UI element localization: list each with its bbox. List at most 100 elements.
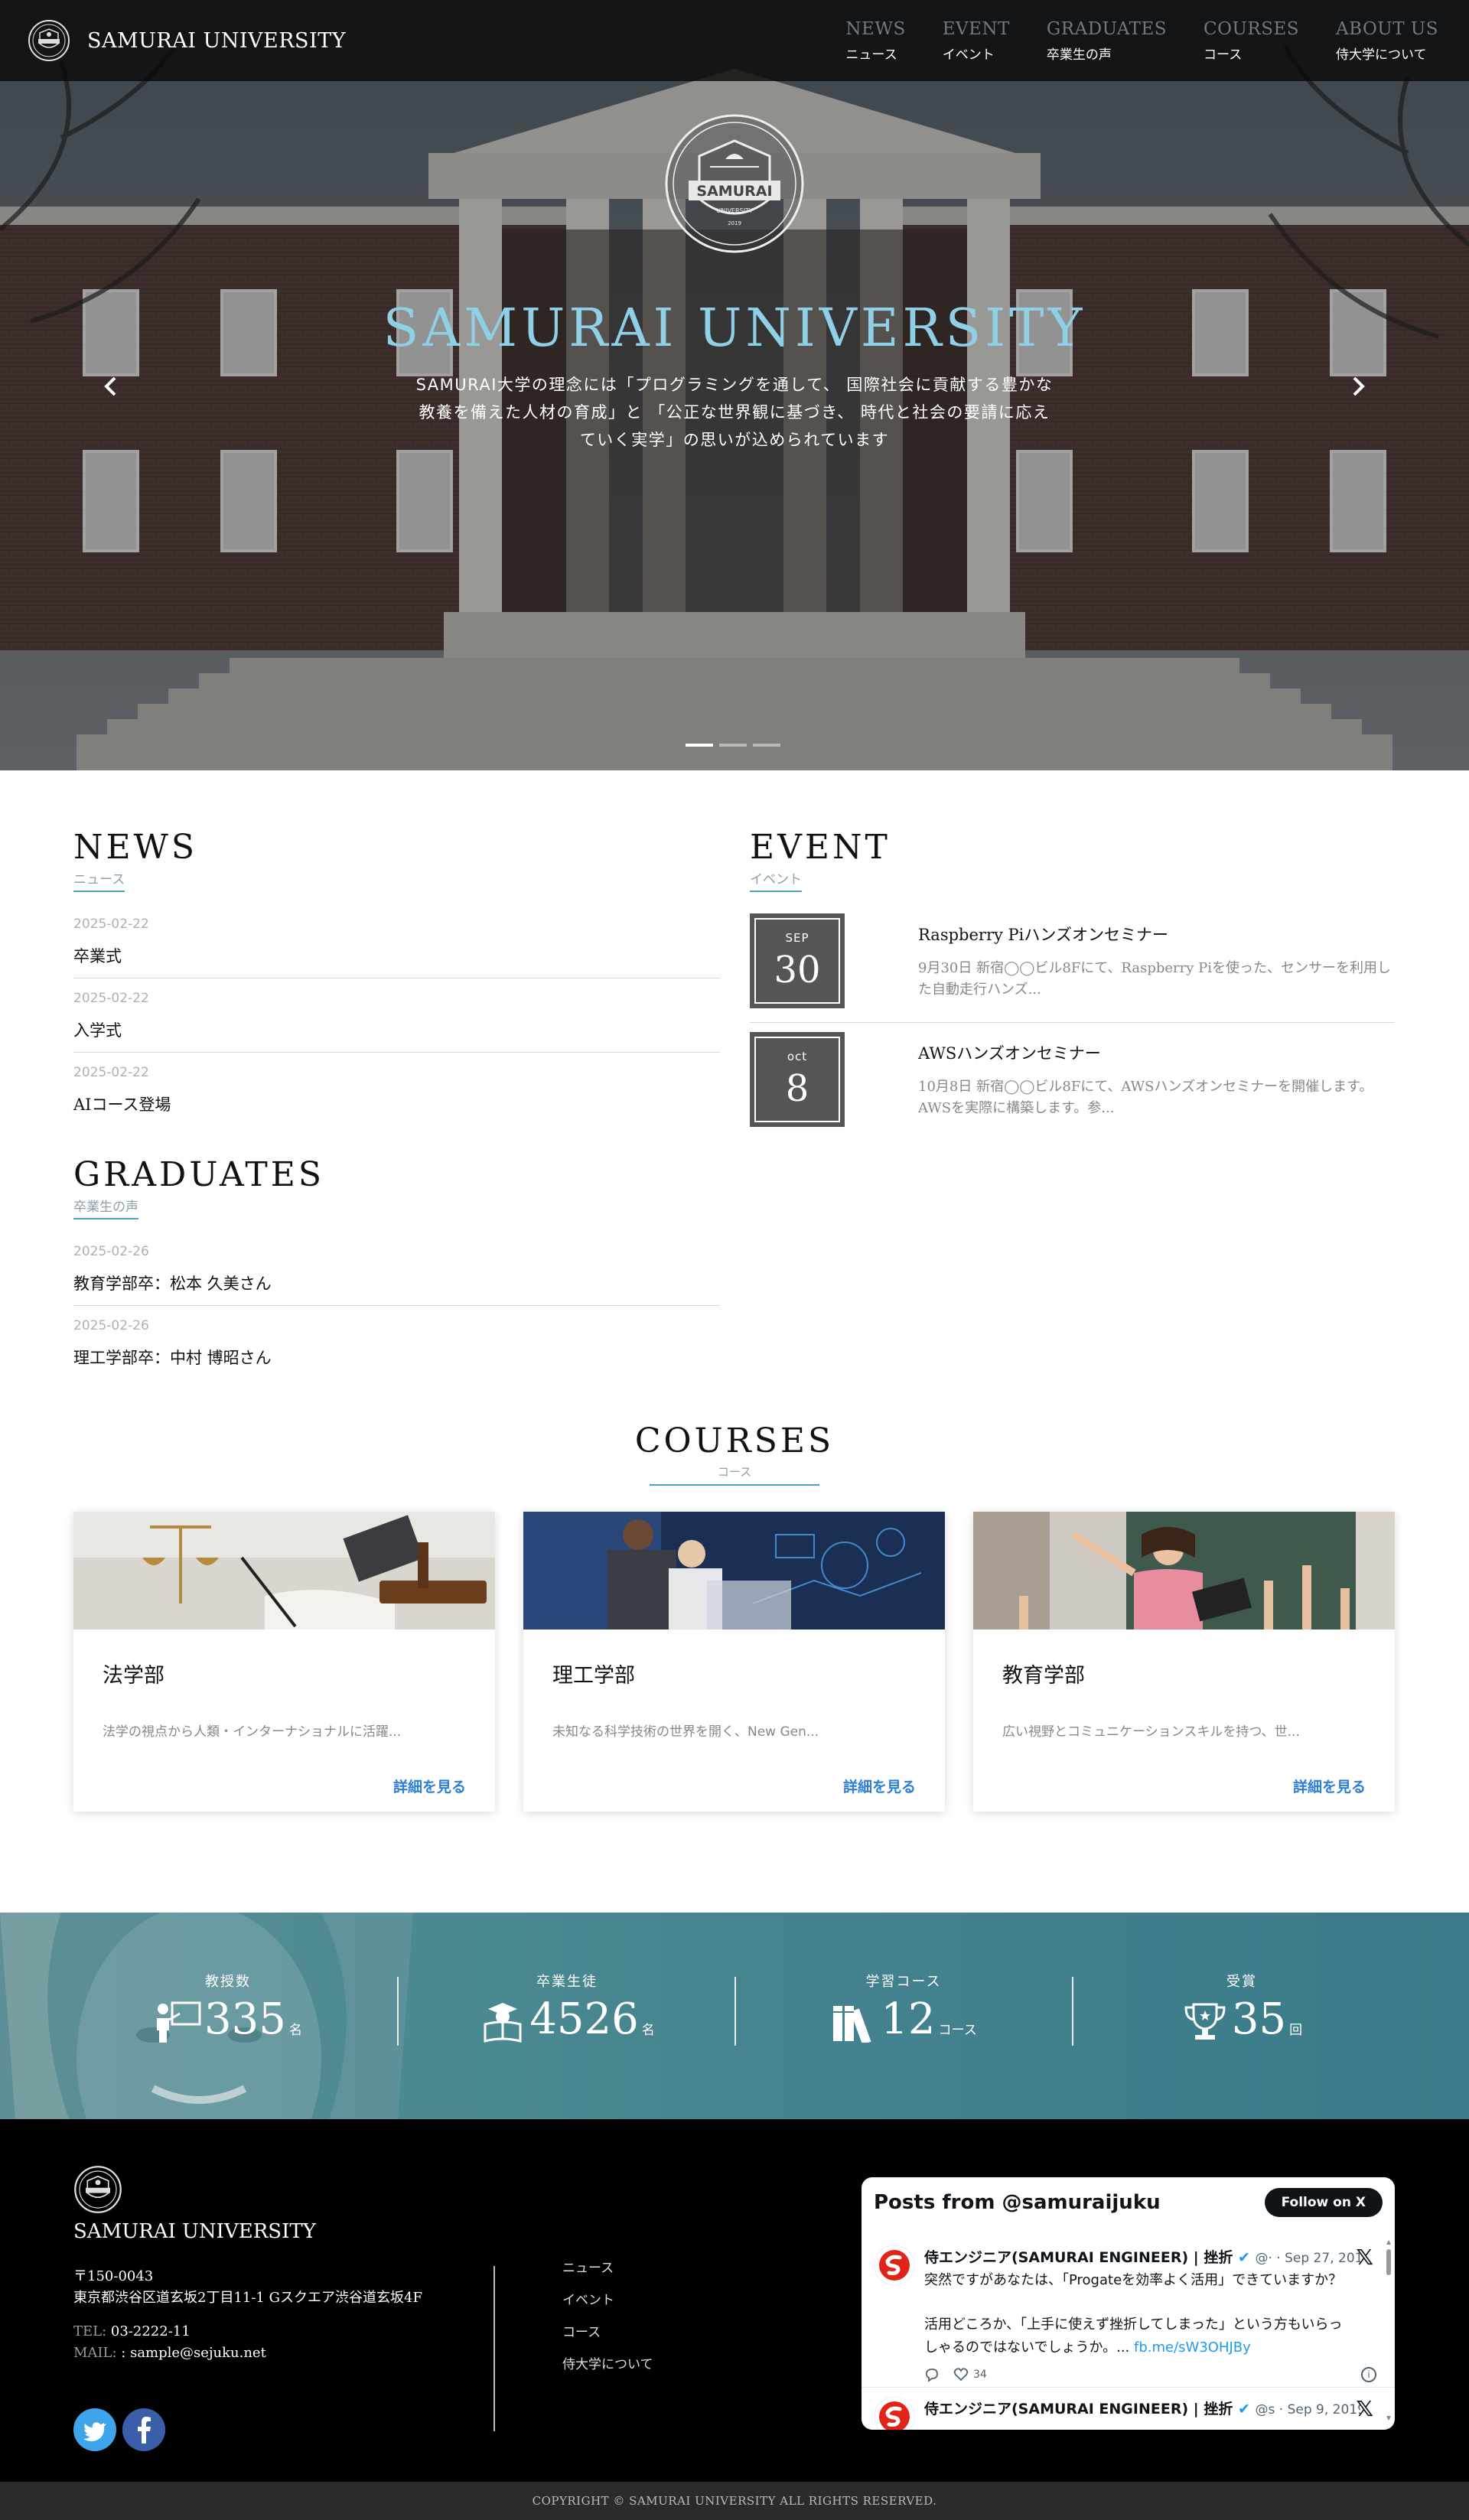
samurai-avatar-icon <box>874 2396 915 2430</box>
hero-title: SAMURAI UNIVERSITY <box>383 298 1086 359</box>
nav-news[interactable]: NEWS ニュース <box>845 19 905 63</box>
footer-street: 東京都渋谷区道玄坂2丁目11-1 Gスクエア渋谷道玄坂4F <box>73 2290 422 2306</box>
course-card-education[interactable]: 教育学部 広い視野とコミュニケーションスキルを持つ、世... 詳細を見る <box>973 1512 1395 1812</box>
courses-subtitle: コース <box>650 1463 819 1486</box>
hero-text-line: ていく実学」の思いが込められています <box>579 431 890 449</box>
course-card-law[interactable]: 法学部 法学の視点から人類・インターナショナルに活躍... 詳細を見る <box>73 1512 495 1812</box>
nav-graduates-en: GRADUATES <box>1046 18 1168 39</box>
footer-nav-courses[interactable]: コース <box>562 2321 653 2340</box>
event-item-desc: 9月30日 新宿◯◯ビル8Fにて、Raspberry Piを使った、センサーを利… <box>918 960 1392 998</box>
timeline-scrollbar[interactable] <box>1386 2238 1392 2422</box>
news-item-title: AIコース登場 <box>73 1096 171 1114</box>
news-item[interactable]: 2025-02-22 卒業式 <box>73 904 720 978</box>
reply-icon[interactable] <box>924 2367 940 2382</box>
nav-about[interactable]: ABOUT US 侍大学について <box>1336 19 1438 63</box>
university-emblem-icon: SAMURAI UNIVERSITY 2019 <box>665 114 804 253</box>
like-group[interactable]: 34 <box>953 2367 987 2382</box>
stat-unit: コース <box>938 2023 977 2038</box>
tweet-meta: @s · Sep 9, 2019 <box>1255 2402 1361 2417</box>
course-detail-link[interactable]: 詳細を見る <box>393 1776 466 1796</box>
tel-value[interactable]: 03-2222-11 <box>111 2323 191 2339</box>
mail-value[interactable]: : sample@sejuku.net <box>121 2345 266 2361</box>
stat-label: 学習コース <box>865 1974 942 1990</box>
footer-nav-about[interactable]: 侍大学について <box>562 2353 653 2372</box>
news-title: NEWS <box>73 828 197 867</box>
stat-unit: 名 <box>641 2023 655 2038</box>
slider-dot-2[interactable] <box>719 744 747 747</box>
stat-label: 受賞 <box>1226 1974 1257 1990</box>
x-logo-icon[interactable]: 𝕏 <box>1356 2396 1373 2421</box>
teacher-icon <box>157 2001 201 2043</box>
nav-graduates[interactable]: GRADUATES 卒業生の声 <box>1047 19 1167 63</box>
slider-dots <box>686 744 780 747</box>
tel-label: TEL: <box>73 2323 107 2339</box>
footer-nav-event[interactable]: イベント <box>562 2289 653 2308</box>
emblem-year: 2019 <box>728 220 741 226</box>
slider-dot-1[interactable] <box>686 744 713 747</box>
nav-news-en: NEWS <box>845 18 906 39</box>
slider-dot-3[interactable] <box>753 744 780 747</box>
event-day: 8 <box>785 1067 809 1110</box>
tweet-user[interactable]: 侍エンジニア(SAMURAI ENGINEER) | 挫折 <box>924 2401 1233 2417</box>
nav-courses[interactable]: COURSES コース <box>1204 19 1299 63</box>
twitter-timeline[interactable]: Posts from @samuraijuku Follow on X 侍エンジ… <box>862 2177 1395 2430</box>
tweet[interactable]: 侍エンジニア(SAMURAI ENGINEER) | 挫折 ✔ @s · Sep… <box>862 2396 1395 2430</box>
tweet-link[interactable]: fb.me/sW3OHJBy <box>1134 2339 1251 2356</box>
graduate-date: 2025-02-26 <box>73 1244 149 1259</box>
event-item[interactable]: oct 8 AWSハンズオンセミナー 10月8日 新宿◯◯ビル8Fにて、AWSハ… <box>750 1023 1395 1141</box>
graduate-item-title: 教育学部卒：松本 久美さん <box>73 1275 272 1293</box>
news-item-title: 入学式 <box>73 1021 122 1040</box>
news-date: 2025-02-22 <box>73 1065 149 1080</box>
samurai-avatar-icon <box>874 2245 915 2286</box>
event-title: EVENT <box>750 828 891 867</box>
course-detail-link[interactable]: 詳細を見る <box>843 1776 916 1796</box>
nav-event-en: EVENT <box>942 18 1010 39</box>
graduates-subtitle: 卒業生の声 <box>73 1196 138 1219</box>
facebook-icon[interactable] <box>122 2408 165 2451</box>
twitter-bird-icon[interactable] <box>73 2408 116 2451</box>
tweet-user[interactable]: 侍エンジニア(SAMURAI ENGINEER) | 挫折 <box>924 2249 1233 2266</box>
footer-contact: TEL: 03-2222-11 MAIL: : sample@sejuku.ne… <box>73 2321 266 2364</box>
news-subtitle: ニュース <box>73 868 125 892</box>
stat-courses: 学習コース 12 コース <box>734 1913 1073 2119</box>
news-item[interactable]: 2025-02-22 入学式 <box>73 978 720 1053</box>
social-links <box>73 2408 165 2451</box>
tweet[interactable]: 侍エンジニア(SAMURAI ENGINEER) | 挫折 ✔ @· · Sep… <box>862 2245 1395 2382</box>
emblem-sub: UNIVERSITY <box>716 207 753 214</box>
stat-label: 卒業生徒 <box>536 1974 598 1990</box>
brand[interactable]: SAMURAI UNIVERSITY <box>28 19 346 62</box>
brand-name: SAMURAI UNIVERSITY <box>87 28 347 53</box>
site-header: SAMURAI UNIVERSITY NEWS ニュース EVENT イベント … <box>0 0 1469 81</box>
info-icon[interactable]: i <box>1361 2367 1376 2382</box>
follow-button[interactable]: Follow on X <box>1264 2188 1383 2217</box>
event-date-badge: oct 8 <box>750 1032 845 1127</box>
graduate-item[interactable]: 2025-02-26 理工学部卒：中村 博昭さん <box>73 1306 720 1379</box>
event-item-title: AWSハンズオンセミナー <box>918 1044 1101 1063</box>
stats-section: 教授数 335 名 卒業生徒 4526 名 学習コース 12 コース 受賞 35… <box>0 1913 1469 2119</box>
stat-number: 12 <box>881 1994 936 2044</box>
x-logo-icon[interactable]: 𝕏 <box>1356 2245 1373 2270</box>
nav-event[interactable]: EVENT イベント <box>943 19 1010 63</box>
event-item[interactable]: SEP 30 Raspberry Piハンズオンセミナー 9月30日 新宿◯◯ビ… <box>750 904 1395 1023</box>
event-subtitle: イベント <box>750 868 802 892</box>
graduate-icon <box>484 2003 522 2043</box>
course-detail-link[interactable]: 詳細を見る <box>1293 1776 1366 1796</box>
course-card-engineering[interactable]: 理工学部 未知なる科学技術の世界を開く、New Gen... 詳細を見る <box>523 1512 945 1812</box>
slider-next-button[interactable] <box>1345 373 1371 399</box>
slider-prev-button[interactable] <box>98 373 124 399</box>
graduate-item[interactable]: 2025-02-26 教育学部卒：松本 久美さん <box>73 1232 720 1306</box>
heart-icon <box>953 2368 969 2382</box>
nav-courses-ja: コース <box>1204 47 1243 63</box>
course-name: 法学部 <box>103 1664 164 1688</box>
news-item[interactable]: 2025-02-22 AIコース登場 <box>73 1053 720 1126</box>
stat-unit: 回 <box>1289 2023 1303 2038</box>
trophy-icon <box>1184 2003 1226 2040</box>
verified-icon: ✔ <box>1237 2401 1250 2417</box>
copyright: COPYRIGHT © SAMURAI UNIVERSITY ALL RIGHT… <box>0 2482 1469 2520</box>
footer-nav-news[interactable]: ニュース <box>562 2257 653 2276</box>
course-desc: 法学の視点から人類・インターナショナルに活躍... <box>103 1724 402 1740</box>
news-date: 2025-02-22 <box>73 917 149 932</box>
graduates-list: 2025-02-26 教育学部卒：松本 久美さん 2025-02-26 理工学部… <box>73 1232 720 1379</box>
tweet-divider <box>862 2387 1395 2388</box>
nav-courses-en: COURSES <box>1204 18 1300 39</box>
